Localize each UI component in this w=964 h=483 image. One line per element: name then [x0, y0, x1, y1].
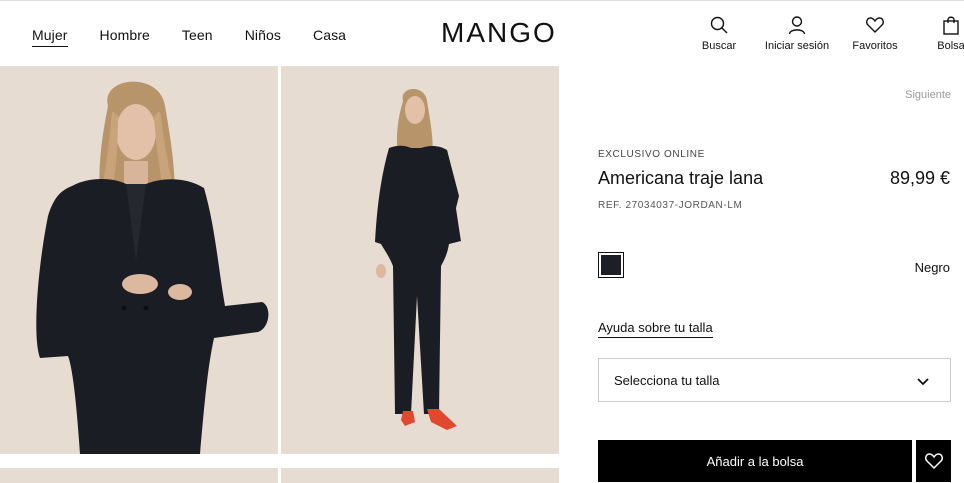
nav-item-mujer[interactable]: Mujer — [32, 27, 68, 47]
main-nav: Mujer Hombre Teen Niños Casa — [32, 27, 378, 47]
product-image-4[interactable] — [281, 468, 559, 483]
product-image-3[interactable] — [0, 468, 278, 483]
size-select-label: Selecciona tu talla — [614, 373, 720, 388]
next-product-link[interactable]: Siguiente — [905, 89, 951, 101]
heart-icon — [924, 453, 943, 470]
login-button[interactable]: Iniciar sesión — [762, 15, 832, 52]
model-fullbody-photo — [281, 66, 559, 454]
nav-item-hombre[interactable]: Hombre — [100, 27, 150, 47]
site-header: Mujer Hombre Teen Niños Casa MANGO Busca… — [0, 1, 964, 65]
product-title: Americana traje lana — [598, 168, 764, 188]
exclusive-online-badge: EXCLUSIVO ONLINE — [598, 149, 705, 160]
color-swatch-fill — [601, 255, 621, 275]
nav-item-ninos[interactable]: Niños — [245, 27, 281, 47]
size-help-link[interactable]: Ayuda sobre tu talla — [598, 320, 713, 338]
product-price: 89,99 € — [889, 168, 950, 188]
search-label: Buscar — [701, 40, 737, 52]
user-icon — [788, 16, 806, 35]
add-to-bag-button[interactable]: Añadir a la bolsa — [598, 440, 912, 482]
favorites-label: Favoritos — [852, 40, 898, 52]
login-label: Iniciar sesión — [764, 40, 830, 52]
model-closeup-photo — [0, 66, 278, 454]
favorites-button[interactable]: Favoritos — [850, 15, 900, 52]
bag-icon — [943, 16, 959, 35]
heart-icon — [866, 17, 884, 33]
bag-label: Bolsa — [937, 40, 964, 52]
selected-color-name: Negro — [914, 260, 950, 275]
brand-logo[interactable]: MANGO — [441, 17, 557, 49]
nav-item-casa[interactable]: Casa — [313, 27, 346, 47]
color-swatch-negro[interactable] — [598, 252, 624, 278]
search-icon — [710, 16, 728, 34]
search-button[interactable]: Buscar — [701, 15, 737, 52]
product-reference: REF. 27034037-JORDAN-LM — [598, 200, 743, 211]
size-select[interactable]: Selecciona tu talla — [598, 358, 951, 402]
bag-button[interactable]: Bolsa — [936, 15, 964, 52]
product-image-2[interactable] — [281, 66, 559, 454]
nav-item-teen[interactable]: Teen — [182, 27, 213, 47]
add-to-favorites-button[interactable] — [916, 440, 951, 482]
product-image-1[interactable] — [0, 66, 278, 454]
chevron-down-icon — [917, 378, 929, 386]
